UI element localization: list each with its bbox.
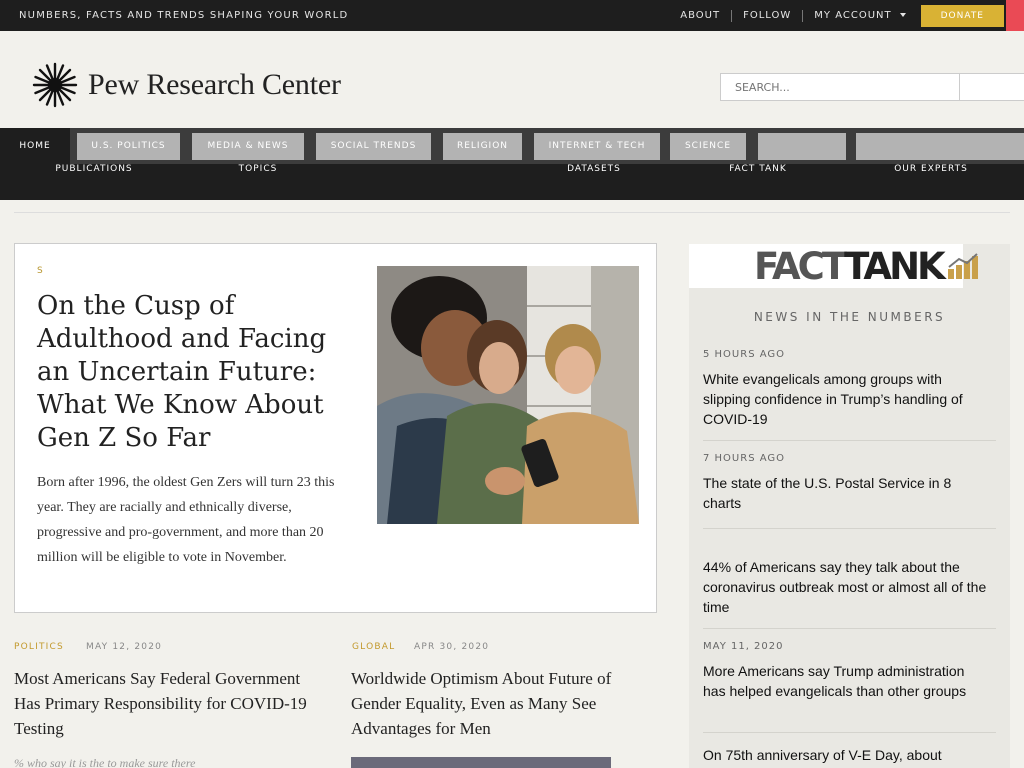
story-1-title[interactable]: Most Americans Say Federal Government Ha… <box>14 666 324 741</box>
sidebar-item-5-link[interactable]: On 75th anniversary of V-E Day, about <box>703 745 988 765</box>
subnav-datasets[interactable]: DATASETS <box>554 164 634 200</box>
tab-science[interactable]: SCIENCE <box>670 133 746 160</box>
sidebar-item-2-link[interactable]: The state of the U.S. Postal Service in … <box>703 473 988 513</box>
edge-element <box>1006 0 1024 31</box>
story-2-title[interactable]: Worldwide Optimism About Future of Gende… <box>351 666 656 741</box>
sidebar-divider <box>703 628 996 629</box>
main-nav: HOME U.S. POLITICS MEDIA & NEWS SOCIAL T… <box>0 128 1024 164</box>
feature-description: Born after 1996, the oldest Gen Zers wil… <box>37 475 335 565</box>
feature-photo-image <box>377 266 639 524</box>
nav-button-extra-2[interactable] <box>856 133 1024 160</box>
tab-social-trends[interactable]: SOCIAL TRENDS <box>316 133 431 160</box>
top-nav: ABOUT FOLLOW MY ACCOUNT DONATE <box>669 0 1024 31</box>
search-field-extension <box>960 73 1024 101</box>
fact-tank-logo[interactable]: FACT TANK <box>754 244 979 288</box>
brand-logo[interactable]: Pew Research Center <box>32 62 341 108</box>
sidebar-subtitle: NEWS IN THE NUMBERS <box>753 310 946 324</box>
follow-link[interactable]: FOLLOW <box>731 9 802 22</box>
story-2-topic[interactable]: GLOBAL <box>352 642 395 652</box>
sidebar-item-3-link[interactable]: 44% of Americans say they talk about the… <box>703 557 988 617</box>
subnav-fact-tank[interactable]: FACT TANK <box>718 164 798 200</box>
nav-button-extra-1[interactable] <box>758 133 846 160</box>
subnav-publications[interactable]: PUBLICATIONS <box>44 164 144 200</box>
story-2-date: APR 30, 2020 <box>414 642 490 652</box>
about-link[interactable]: ABOUT <box>669 10 731 22</box>
feature-card: S On the Cusp of Adulthood and Facing an… <box>14 243 657 613</box>
top-bar: NUMBERS, FACTS AND TRENDS SHAPING YOUR W… <box>0 0 1024 31</box>
sidebar-divider <box>703 440 996 441</box>
tab-internet-tech[interactable]: INTERNET & TECH <box>534 133 660 160</box>
story-2-thumbnail[interactable] <box>351 757 611 768</box>
sidebar-divider <box>703 528 996 529</box>
tab-us-politics[interactable]: U.S. POLITICS <box>77 133 180 160</box>
my-account-menu[interactable]: MY ACCOUNT <box>802 9 916 22</box>
sidebar-item-1-link[interactable]: White evangelicals among groups with sli… <box>703 369 988 429</box>
fact-tank-logo-part1: FACT <box>754 244 847 288</box>
story-1-topic[interactable]: POLITICS <box>14 642 64 652</box>
fact-tank-logo-part2: TANK <box>844 244 946 288</box>
sidebar-divider <box>703 732 996 733</box>
feature-kicker: S <box>37 266 44 276</box>
divider <box>14 212 1010 213</box>
subnav-topics[interactable]: TOPICS <box>230 164 286 200</box>
subnav-our-experts[interactable]: OUR EXPERTS <box>882 164 980 200</box>
search-input[interactable] <box>720 73 960 101</box>
brand-name: Pew Research Center <box>88 68 341 101</box>
tagline: NUMBERS, FACTS AND TRENDS SHAPING YOUR W… <box>19 10 349 21</box>
caret-down-icon <box>899 12 906 17</box>
tab-home[interactable]: HOME <box>0 128 70 164</box>
feature-title[interactable]: On the Cusp of Adulthood and Facing an U… <box>37 290 342 455</box>
sidebar-item-1-time: 5 HOURS AGO <box>703 349 786 360</box>
feature-photo[interactable] <box>377 266 639 524</box>
my-account-label: MY ACCOUNT <box>814 9 892 21</box>
donate-button[interactable]: DONATE <box>920 4 1004 27</box>
sub-nav: PUBLICATIONS TOPICS DATASETS FACT TANK O… <box>0 164 1024 200</box>
story-1-description: % who say it is the to make sure there <box>14 756 196 768</box>
sidebar-item-2-time: 7 HOURS AGO <box>703 453 786 464</box>
tab-religion[interactable]: RELIGION <box>443 133 522 160</box>
pew-sunburst-logo-icon <box>32 62 78 108</box>
fact-tank-chart-icon <box>947 253 978 279</box>
sidebar-item-4-time: MAY 11, 2020 <box>703 641 784 652</box>
story-1-date: MAY 12, 2020 <box>86 642 163 652</box>
tab-media-news[interactable]: MEDIA & NEWS <box>192 133 304 160</box>
sidebar-item-4-link[interactable]: More Americans say Trump administration … <box>703 661 988 701</box>
